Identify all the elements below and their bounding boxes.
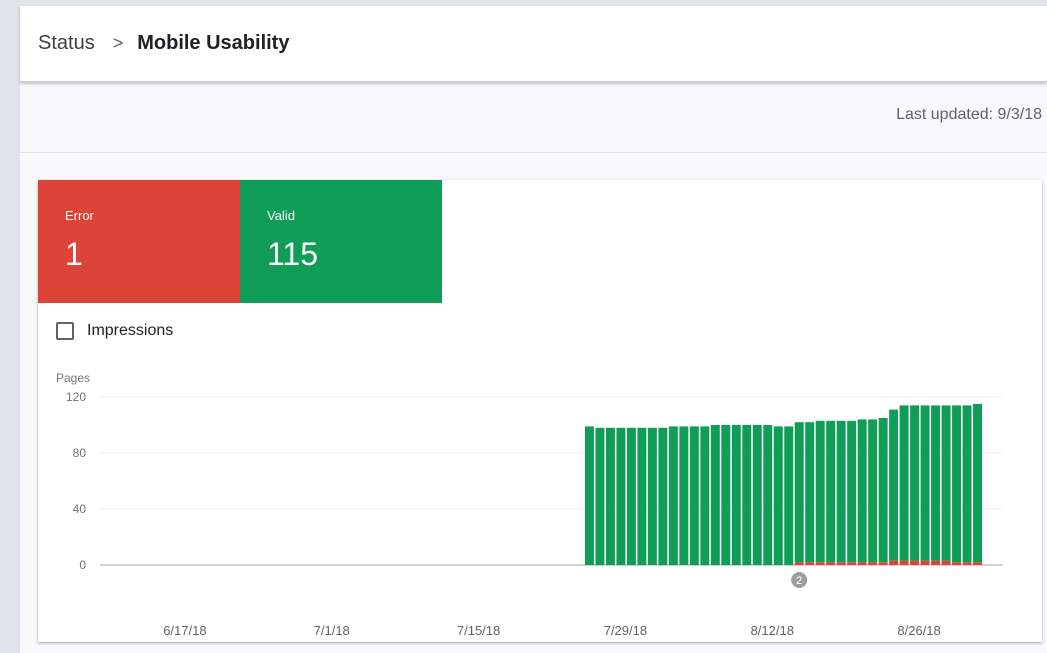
x-tick-label: 8/26/18	[897, 623, 940, 638]
valid-bar	[689, 426, 699, 565]
error-bar	[899, 560, 909, 565]
error-bar	[794, 562, 804, 565]
valid-bar	[920, 405, 930, 561]
x-tick-label: 7/1/18	[314, 623, 350, 638]
valid-bar	[584, 426, 594, 565]
error-bar	[952, 562, 962, 565]
valid-bar	[647, 427, 657, 565]
page-title: Mobile Usability	[137, 32, 290, 54]
error-bar	[941, 560, 951, 565]
error-bar	[847, 562, 857, 565]
valid-bar	[668, 426, 678, 565]
valid-bar	[836, 420, 846, 563]
error-bar	[889, 560, 899, 565]
valid-bar	[752, 425, 762, 565]
error-bar	[805, 562, 815, 565]
valid-bar	[731, 425, 741, 565]
y-axis-title: Pages	[56, 371, 90, 385]
x-tick-label: 6/17/18	[163, 623, 206, 638]
report-card: Error 1 Valid 115 Impressions Pages 0 40 80…	[38, 180, 1042, 642]
valid-bar	[826, 420, 836, 563]
valid-bar	[899, 405, 909, 561]
error-bar	[920, 560, 930, 565]
error-bar	[931, 560, 941, 565]
pages-bar-chart: Pages 0 40 80 120 6/17/18 7/1/18 7/15/18 7/29/18…	[56, 371, 1003, 638]
valid-bar	[857, 419, 867, 563]
valid-bar	[868, 419, 878, 563]
valid-bar	[742, 425, 752, 565]
error-bar	[826, 562, 836, 565]
valid-bar	[700, 426, 710, 565]
valid-bar	[794, 422, 804, 563]
error-bar	[910, 560, 920, 565]
valid-bar	[763, 425, 773, 565]
valid-bar	[973, 404, 983, 563]
y-tick-label: 80	[73, 446, 87, 460]
valid-bar	[784, 426, 794, 565]
valid-bar	[637, 427, 647, 565]
valid-bar	[962, 405, 972, 563]
valid-bar	[626, 427, 636, 565]
valid-bar	[815, 420, 825, 563]
valid-bar	[605, 427, 615, 565]
valid-bar	[952, 405, 962, 563]
y-tick-label: 0	[79, 558, 86, 572]
valid-bar	[910, 405, 920, 561]
last-updated-text: Last updated: 9/3/18	[896, 106, 1042, 123]
error-bar	[815, 562, 825, 565]
error-bar	[878, 562, 888, 565]
valid-bar	[710, 425, 720, 565]
y-tick-label: 40	[73, 502, 87, 516]
valid-bar	[931, 405, 941, 561]
valid-bar	[595, 427, 605, 565]
error-bar	[973, 562, 983, 565]
header-bar: Status > Mobile Usability	[20, 6, 1047, 82]
valid-bar	[805, 422, 815, 563]
valid-bar	[847, 420, 857, 563]
x-tick-label: 7/29/18	[604, 623, 647, 638]
valid-bar	[878, 418, 888, 563]
error-bar	[857, 562, 867, 565]
valid-bar	[679, 426, 689, 565]
x-tick-label: 7/15/18	[457, 623, 500, 638]
valid-bar	[616, 427, 626, 565]
chevron-right-icon: >	[112, 33, 124, 53]
error-bar	[868, 562, 878, 565]
y-tick-label: 120	[66, 390, 86, 404]
valid-bar	[773, 426, 783, 565]
app-frame: Status > Mobile Usability Last updated: …	[20, 6, 1047, 653]
valid-bar	[658, 427, 668, 565]
annotation-label: 2	[796, 575, 802, 587]
error-bar	[962, 562, 972, 565]
valid-bar	[941, 405, 951, 561]
error-bar	[836, 562, 846, 565]
valid-bar	[721, 425, 731, 565]
valid-bar	[889, 409, 899, 561]
breadcrumb-status-link[interactable]: Status	[38, 32, 95, 55]
x-tick-label: 8/12/18	[751, 623, 794, 638]
status-row: Last updated: 9/3/18	[20, 82, 1047, 153]
